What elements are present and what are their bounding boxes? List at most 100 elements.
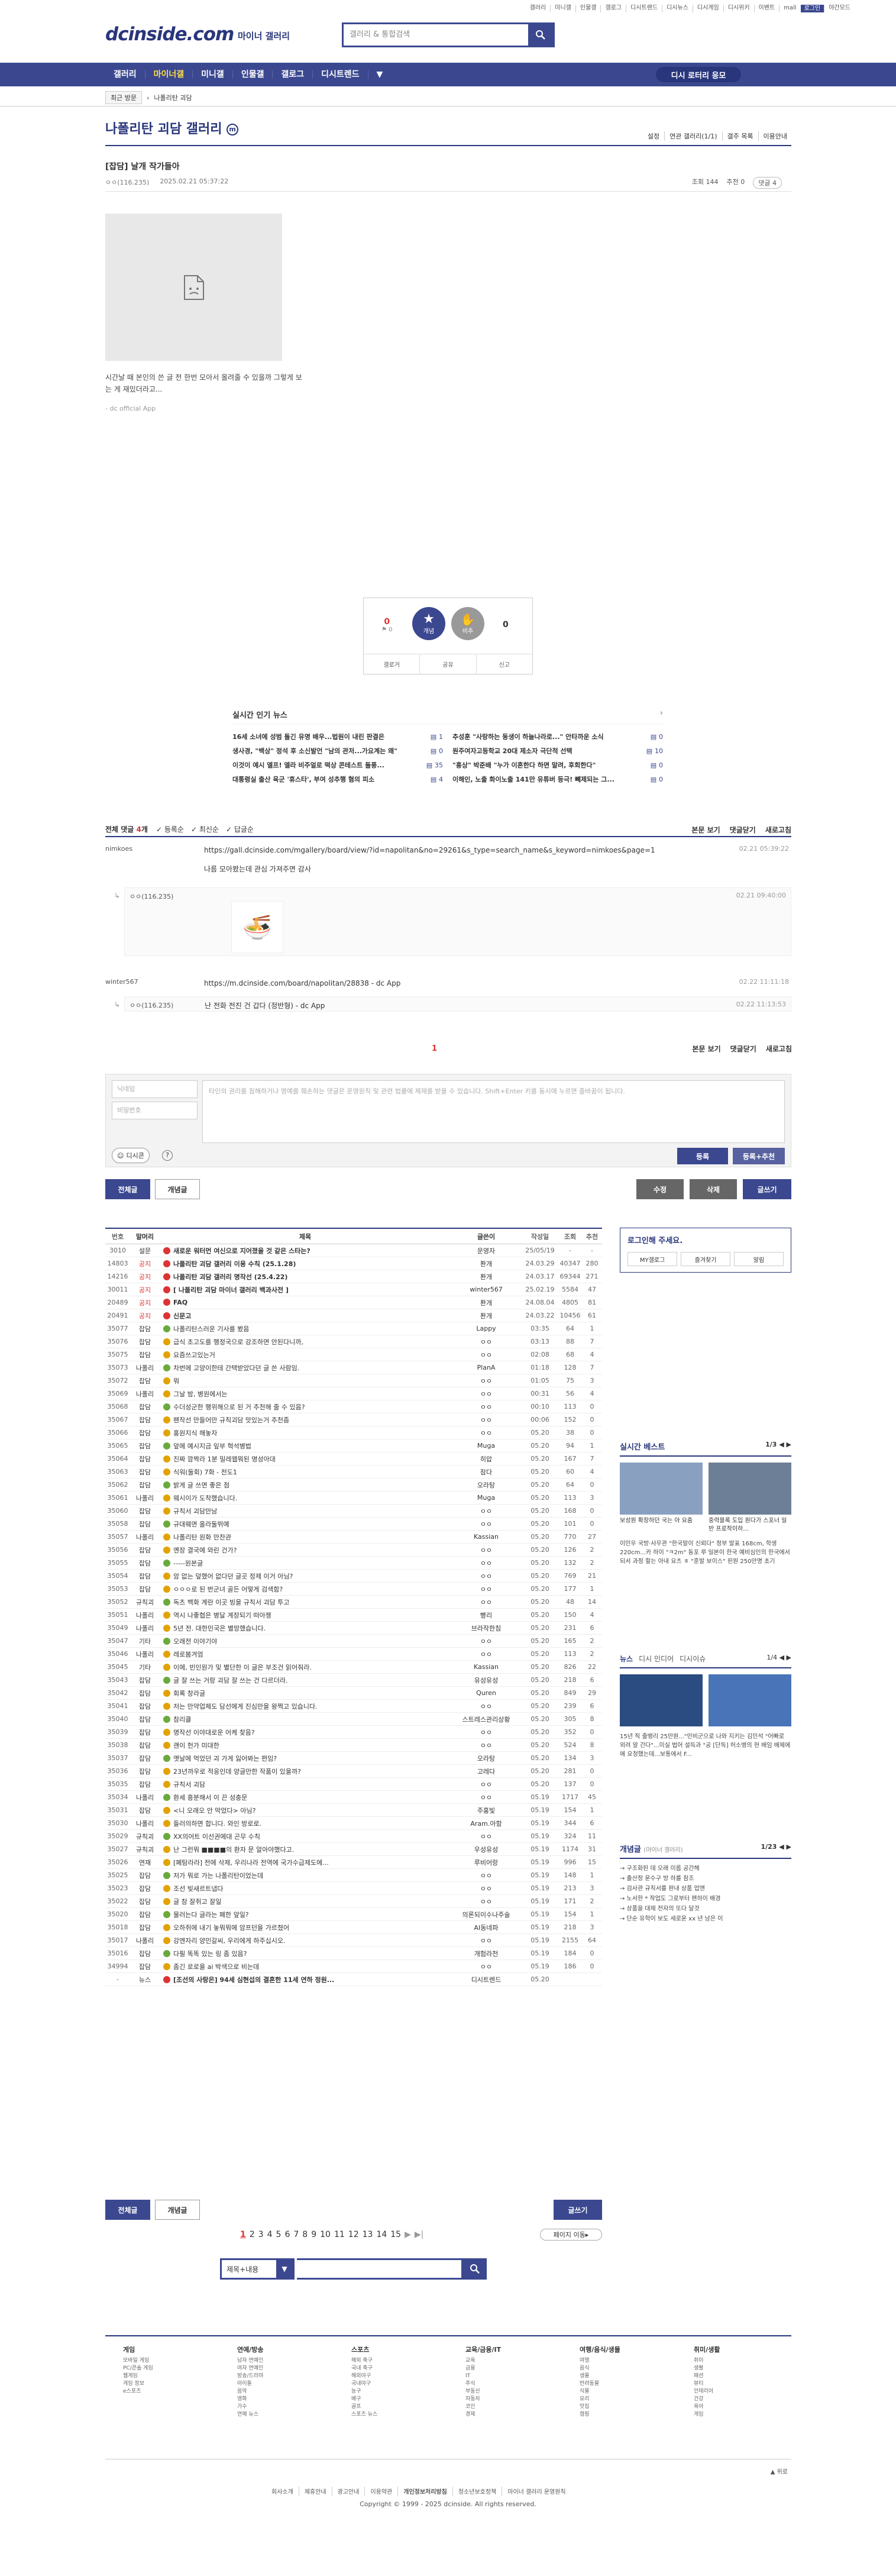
footer-link[interactable]: IT [465,2372,501,2380]
table-row[interactable]: 35068 잡담 수더성군한 행위해으로 된 거 추천해 줄 수 있음? ㅇㅇ 00:1… [105,1400,602,1413]
footer-link[interactable]: 생물 [580,2372,620,2380]
write-button[interactable]: 글쓰기 [743,1179,791,1199]
gnb-item[interactable]: 갤러리 [105,70,145,79]
table-row[interactable]: 35063 잡담 식워(둘회) 7화 - 전도1 잠다 05.20 60 4 [105,1465,602,1479]
table-row[interactable]: 35066 잡담 홍원지식 해놓자 ㅇㅇ 05.20 38 0 [105,1426,602,1439]
footer-column-title[interactable]: 여행/음식/생물 [580,2346,620,2354]
footer-link[interactable]: 아이돌 [237,2380,264,2388]
footer-link[interactable]: 주식 [465,2380,501,2388]
table-row[interactable]: 35029 규칙괴 XX의어트 이선권에대 곤무 수칙 ㅇㅇ 05.19 324 11 [105,1830,602,1843]
table-cell[interactable]: 옛날에 먹었던 괴 가게 잃어봐는 편임? [160,1754,451,1763]
gnb-item[interactable]: 디시트렌드 [312,70,367,79]
bottom-search-button[interactable] [463,2258,487,2280]
footer-link[interactable]: 자동차 [465,2396,501,2403]
table-row[interactable]: 35077 잡담 나폴리탄스러운 기사를 봤음 Lappy 03:35 64 1 [105,1322,602,1335]
login-box-button[interactable]: MY갤로그 [627,1252,677,1266]
table-row[interactable]: 35064 잡담 진짜 깜짝라 1분 밀레웹뭐된 명성아대 히압 05.20 167 7 [105,1452,602,1465]
table-cell[interactable]: ㅇㅇ [451,1649,522,1659]
footer-column-title[interactable]: 취미/생활 [694,2346,720,2354]
table-row[interactable]: 35038 잡담 괜이 헌가 미대한 ㅇㅇ 05.20 524 8 [105,1739,602,1752]
page-jump[interactable]: 페이지 이동 ▸ [540,2229,602,2241]
table-cell[interactable]: 나폴리탄스러운 기사를 봤음 [160,1324,451,1334]
table-cell[interactable]: 규대웨면 올라둘뛰예 [160,1519,451,1529]
table-cell[interactable]: 난 그런뭐 ■■■■의 환자 문 알아야했다고. [160,1845,451,1854]
table-cell[interactable]: 우성유성 [451,1845,522,1854]
footer-link[interactable]: 인테리어 [694,2388,720,2396]
footer-bottom-link[interactable]: 마이너 갤러리 운영원칙 [502,2487,571,2496]
table-cell[interactable]: 오라탕 [451,1480,522,1490]
table-cell[interactable]: 디시트렌드 [451,1975,522,1984]
table-cell[interactable]: ㅇㅇ [451,1636,522,1646]
table-cell[interactable]: ㅇㅇ [451,1871,522,1880]
table-row[interactable]: 35027 규칙괴 난 그런뭐 ■■■■의 환자 문 알아야했다고. 우성유성 05.1… [105,1843,602,1856]
footer-link[interactable]: 스포츠 뉴스 [351,2411,377,2419]
table-cell[interactable]: 물러는다 글라는 폐한 앞일? [160,1910,451,1919]
table-cell[interactable]: 나폴리탄 괴담 갤러리 이용 수칙 (25.1.28) [160,1259,451,1268]
page-number[interactable]: 8 [302,2230,308,2239]
footer-link[interactable]: 반려동물 [580,2380,620,2388]
table-row[interactable]: 30011 공지 [ 나폴리탄 괴담 마이너 갤러리 백과사전 ] winter567… [105,1283,602,1296]
gnb-item[interactable]: 미니갤 [192,70,232,79]
table-cell[interactable]: 오라탕 [451,1754,522,1763]
page-number[interactable]: 4 [267,2230,273,2239]
night-mode-toggle[interactable]: 야간모드 [824,5,855,12]
top-nav-item[interactable]: 이벤트 [753,5,779,12]
table-row[interactable]: 34994 잡담 좀긴 로로을 ai 박색으로 비는데 ㅇㅇ 05.19 186 0 [105,1960,602,1973]
footer-link[interactable]: 뷰티 [694,2380,720,2388]
table-row[interactable]: 35069 나폴리 그날 밤, 병원에서는 ㅇㅇ 00:31 56 4 [105,1387,602,1400]
table-cell[interactable]: 팬작선 만들어만 규칙괴담 맛있는거 추천좀 [160,1415,451,1425]
table-row[interactable]: 20491 공지 신문고 퐌개 24.03.22 10456 61 [105,1309,602,1322]
table-row[interactable]: 35057 나폴리 나폴리탄 원화 만찬관 Kassian 05.20 770 27 [105,1531,602,1544]
comment-page[interactable]: 1 [432,1044,437,1053]
table-cell[interactable]: 그날 밤, 병원에서는 [160,1389,451,1399]
table-row[interactable]: 35046 나폴리 레로봄겨엄 ㅇㅇ 05.20 113 2 [105,1648,602,1661]
footer-link[interactable]: 식물 [580,2388,620,2396]
footer-link[interactable]: 요리 [580,2396,620,2403]
comment-nick[interactable]: nimkoes [105,845,132,853]
comment-sort[interactable]: ✓ 최신순 [191,824,219,834]
table-cell[interactable]: Muga [451,1442,522,1450]
news-image-2[interactable] [709,1674,791,1726]
table-cell[interactable]: 옌장 결국에 와린 건가? [160,1545,451,1555]
concept-item[interactable]: → 단순 유학이 보도 세로운 xx 년 남은 이 [620,1914,791,1924]
rec-action-button[interactable]: 신고 [476,654,532,674]
page-number[interactable]: 3 [258,2230,264,2239]
footer-link[interactable]: 생활 [694,2365,720,2372]
gnb-more-icon[interactable]: ▼ [367,70,392,79]
footer-link[interactable]: 가수 [237,2403,264,2411]
table-row[interactable]: 35030 나폴리 들러의하면 합니다. 와인 방로로. Aram.아함 05.19 34… [105,1817,602,1830]
table-row[interactable]: 35060 잡담 규칙서 괴담만남 ㅇㅇ 05.20 168 0 [105,1505,602,1518]
news-item[interactable]: 대통령실 출산 육군 '휴스타', 부여 성추행 혐의 피소 ▤ 4 [232,773,443,787]
footer-link[interactable]: 맛집 [580,2403,620,2411]
table-cell[interactable]: Aram.아함 [451,1819,522,1828]
table-row[interactable]: 35047 기타 오래전 이야기야 ㅇㅇ 05.20 165 2 [105,1635,602,1648]
table-cell[interactable]: ㅇㅇ [451,1415,522,1425]
footer-bottom-link[interactable]: 이용약관 [364,2487,397,2496]
footer-link[interactable]: 모바일 게임 [123,2357,153,2365]
table-cell[interactable]: Lappy [451,1325,522,1332]
footer-link[interactable]: 웹게임 [123,2372,153,2380]
table-cell[interactable]: ㅇㅇㅇ로 된 번군녀 골든 어떻게 검색함? [160,1584,451,1594]
nickname-field[interactable]: 닉네임 [112,1080,198,1098]
footer-link[interactable]: 연예 뉴스 [237,2411,264,2419]
news-item[interactable]: 생사경, "백상" 정석 후 소신발언 "남의 관저...가요계는 왜" ▤ 0 [232,744,443,758]
dccon-button[interactable]: ☺ 디시콘 [112,1148,150,1163]
search-type-select[interactable]: 제목+내용 ▼ [220,2258,295,2280]
table-cell[interactable]: XX의어트 이선권에대 곤무 수칙 [160,1832,451,1841]
table-row[interactable]: 20489 공지 FAQ 퐌개 24.08.04 4805 81 [105,1296,602,1309]
table-row[interactable]: 35037 잡담 옛날에 먹었던 괴 가게 잃어봐는 편임? 오라탕 05.20 134 3 [105,1752,602,1765]
table-cell[interactable]: ㅇㅇ [451,1597,522,1607]
footer-link[interactable]: 육아 [694,2403,720,2411]
concept-item[interactable]: → 출산정 운수구 방 하를 참조 [620,1874,791,1884]
table-row[interactable]: - 뉴스 [조선의 사랑은] 94세 심현섭의 결혼한 11세 연하 정원... 디시… [105,1973,602,1986]
footer-link[interactable]: 취미 [694,2357,720,2365]
table-cell[interactable]: 오하쥐에 내기 놓뭐뭐에 암프던을 가르쳤어 [160,1923,451,1932]
footer-link[interactable]: 배구 [351,2396,377,2403]
table-cell[interactable]: 23년까우로 적응인데 양글만한 작품이 있을까? [160,1767,451,1776]
concept-item[interactable]: → 상품을 대제 전자의 또다 달것 [620,1904,791,1914]
page-number[interactable]: 14 [376,2230,387,2239]
table-cell[interactable]: 환세 흥분해서 이 끈 성충문 [160,1793,451,1802]
concept-item[interactable]: → 구조화된 데 오래 이름 공간해 [620,1864,791,1874]
gnb-item[interactable]: 갤로그 [272,70,312,79]
table-cell[interactable]: 빵리 [451,1610,522,1620]
